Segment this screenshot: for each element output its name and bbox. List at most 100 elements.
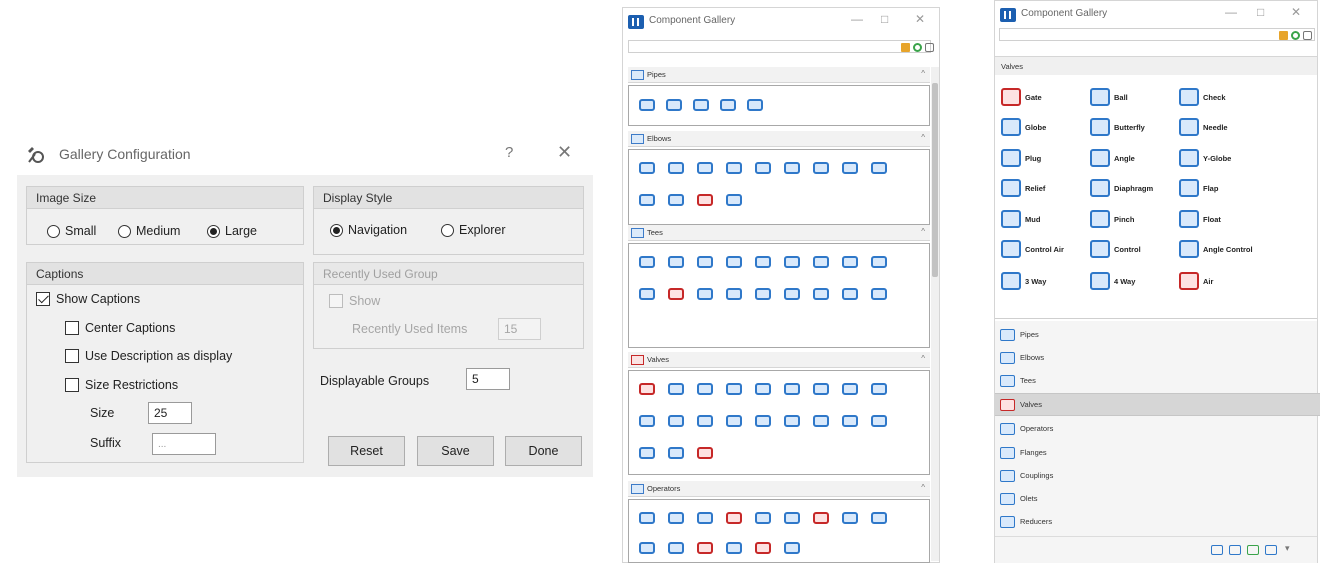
valve-float[interactable]: Float bbox=[1179, 207, 1221, 231]
elbow-icon[interactable] bbox=[840, 158, 860, 178]
favorite-icon[interactable] bbox=[1279, 31, 1288, 40]
radio-navigation-dot[interactable] bbox=[330, 223, 343, 237]
size-restrictions-box[interactable] bbox=[65, 378, 79, 392]
operator-icon[interactable] bbox=[724, 538, 744, 558]
pipe-icon[interactable] bbox=[637, 95, 657, 115]
valve-angle-control[interactable]: Angle Control bbox=[1179, 237, 1253, 261]
operator-icon[interactable] bbox=[782, 508, 802, 528]
configure-icon[interactable] bbox=[1265, 545, 1277, 555]
tee-icon[interactable] bbox=[869, 252, 889, 272]
diaphragm-valve-icon[interactable] bbox=[666, 411, 686, 431]
operator-icon[interactable] bbox=[637, 508, 657, 528]
close-icon[interactable]: ✕ bbox=[915, 12, 925, 26]
elbow-icon[interactable] bbox=[753, 158, 773, 178]
tee-icon[interactable] bbox=[811, 284, 831, 304]
operator-icon[interactable] bbox=[666, 508, 686, 528]
chevron-up-icon[interactable]: ^ bbox=[921, 69, 925, 78]
operator-icon[interactable] bbox=[753, 538, 773, 558]
operator-icon[interactable] bbox=[666, 538, 686, 558]
tee-icon[interactable] bbox=[637, 284, 657, 304]
chevron-up-icon[interactable]: ^ bbox=[921, 227, 925, 236]
done-button[interactable]: Done bbox=[505, 436, 582, 466]
section-operators[interactable]: Operators ^ bbox=[628, 481, 930, 497]
tee-icon[interactable] bbox=[724, 284, 744, 304]
nav-operators[interactable]: Operators bbox=[995, 417, 1320, 440]
operator-icon[interactable] bbox=[695, 508, 715, 528]
tee-icon[interactable] bbox=[753, 252, 773, 272]
radio-small[interactable]: Small bbox=[47, 224, 96, 238]
chevron-up-icon[interactable]: ^ bbox=[921, 483, 925, 492]
section-elbows[interactable]: Elbows ^ bbox=[628, 131, 930, 147]
nav-elbows[interactable]: Elbows bbox=[995, 346, 1320, 369]
valve-y-globe[interactable]: Y-Globe bbox=[1179, 146, 1231, 170]
elbow-icon[interactable] bbox=[637, 158, 657, 178]
gate-valve-icon[interactable] bbox=[637, 379, 657, 399]
add-icon[interactable] bbox=[1247, 545, 1259, 555]
valve-gate[interactable]: Gate bbox=[1001, 85, 1042, 109]
suffix-input[interactable]: ... bbox=[152, 433, 216, 455]
tee-icon[interactable] bbox=[782, 252, 802, 272]
recent-show-checkbox[interactable]: Show bbox=[329, 294, 380, 308]
pipe-icon[interactable] bbox=[745, 95, 765, 115]
nav-reducers[interactable]: Reducers bbox=[995, 510, 1320, 533]
elbow-icon[interactable] bbox=[724, 158, 744, 178]
mud-valve-icon[interactable] bbox=[724, 411, 744, 431]
section-tees[interactable]: Tees ^ bbox=[628, 225, 930, 241]
plug-valve-icon[interactable] bbox=[811, 379, 831, 399]
air-valve-icon[interactable] bbox=[695, 443, 715, 463]
recent-show-box[interactable] bbox=[329, 294, 343, 308]
butterfly-valve-icon[interactable] bbox=[753, 379, 773, 399]
valve-3-way[interactable]: 3 Way bbox=[1001, 269, 1046, 293]
close-icon[interactable]: ✕ bbox=[1291, 5, 1301, 19]
tee-icon[interactable] bbox=[753, 284, 773, 304]
operator-icon[interactable] bbox=[753, 508, 773, 528]
pipe-icon[interactable] bbox=[664, 95, 684, 115]
angle-control-valve-icon[interactable] bbox=[869, 411, 889, 431]
check-valve-icon[interactable] bbox=[695, 379, 715, 399]
valve-needle[interactable]: Needle bbox=[1179, 115, 1228, 139]
float-valve-icon[interactable] bbox=[782, 411, 802, 431]
settings-icon[interactable] bbox=[1303, 31, 1312, 40]
elbow-icon[interactable] bbox=[637, 190, 657, 210]
radio-medium[interactable]: Medium bbox=[118, 224, 180, 238]
center-captions-checkbox[interactable]: Center Captions bbox=[65, 321, 175, 335]
chevron-up-icon[interactable]: ^ bbox=[921, 133, 925, 142]
tee-icon[interactable] bbox=[869, 284, 889, 304]
maximize-icon[interactable]: □ bbox=[1257, 5, 1264, 19]
operator-icon[interactable] bbox=[695, 538, 715, 558]
tee-icon[interactable] bbox=[840, 284, 860, 304]
refresh-icon[interactable] bbox=[1291, 31, 1300, 40]
collapse-all-icon[interactable] bbox=[1211, 545, 1223, 555]
show-captions-checkbox[interactable]: Show Captions bbox=[36, 292, 140, 306]
minimize-icon[interactable]: — bbox=[1225, 5, 1237, 19]
operator-icon[interactable] bbox=[811, 508, 831, 528]
size-restrictions-checkbox[interactable]: Size Restrictions bbox=[65, 378, 178, 392]
relief-valve-icon[interactable] bbox=[637, 411, 657, 431]
valve-globe[interactable]: Globe bbox=[1001, 115, 1046, 139]
radio-small-dot[interactable] bbox=[47, 224, 60, 238]
valve-angle[interactable]: Angle bbox=[1090, 146, 1135, 170]
size-input[interactable]: 25 bbox=[148, 402, 192, 424]
valve-diaphragm[interactable]: Diaphragm bbox=[1090, 176, 1153, 200]
radio-explorer-dot[interactable] bbox=[441, 223, 454, 237]
elbow-icon[interactable] bbox=[695, 158, 715, 178]
needle-valve-icon[interactable] bbox=[782, 379, 802, 399]
pipe-icon[interactable] bbox=[691, 95, 711, 115]
operator-icon[interactable] bbox=[637, 538, 657, 558]
reset-button[interactable]: Reset bbox=[328, 436, 405, 466]
valve-check[interactable]: Check bbox=[1179, 85, 1226, 109]
valve-pinch[interactable]: Pinch bbox=[1090, 207, 1134, 231]
valve-ball[interactable]: Ball bbox=[1090, 85, 1128, 109]
tee-icon[interactable] bbox=[782, 284, 802, 304]
tee-icon[interactable] bbox=[637, 252, 657, 272]
radio-medium-dot[interactable] bbox=[118, 224, 131, 238]
nav-valves[interactable]: Valves bbox=[995, 393, 1320, 416]
favorite-icon[interactable] bbox=[901, 43, 910, 52]
elbow-icon[interactable] bbox=[811, 158, 831, 178]
tee-icon[interactable] bbox=[724, 252, 744, 272]
nav-flanges[interactable]: Flanges bbox=[995, 441, 1320, 464]
center-captions-box[interactable] bbox=[65, 321, 79, 335]
globe-valve-icon[interactable] bbox=[724, 379, 744, 399]
nav-couplings[interactable]: Couplings bbox=[995, 464, 1320, 487]
control-air-valve-icon[interactable] bbox=[811, 411, 831, 431]
